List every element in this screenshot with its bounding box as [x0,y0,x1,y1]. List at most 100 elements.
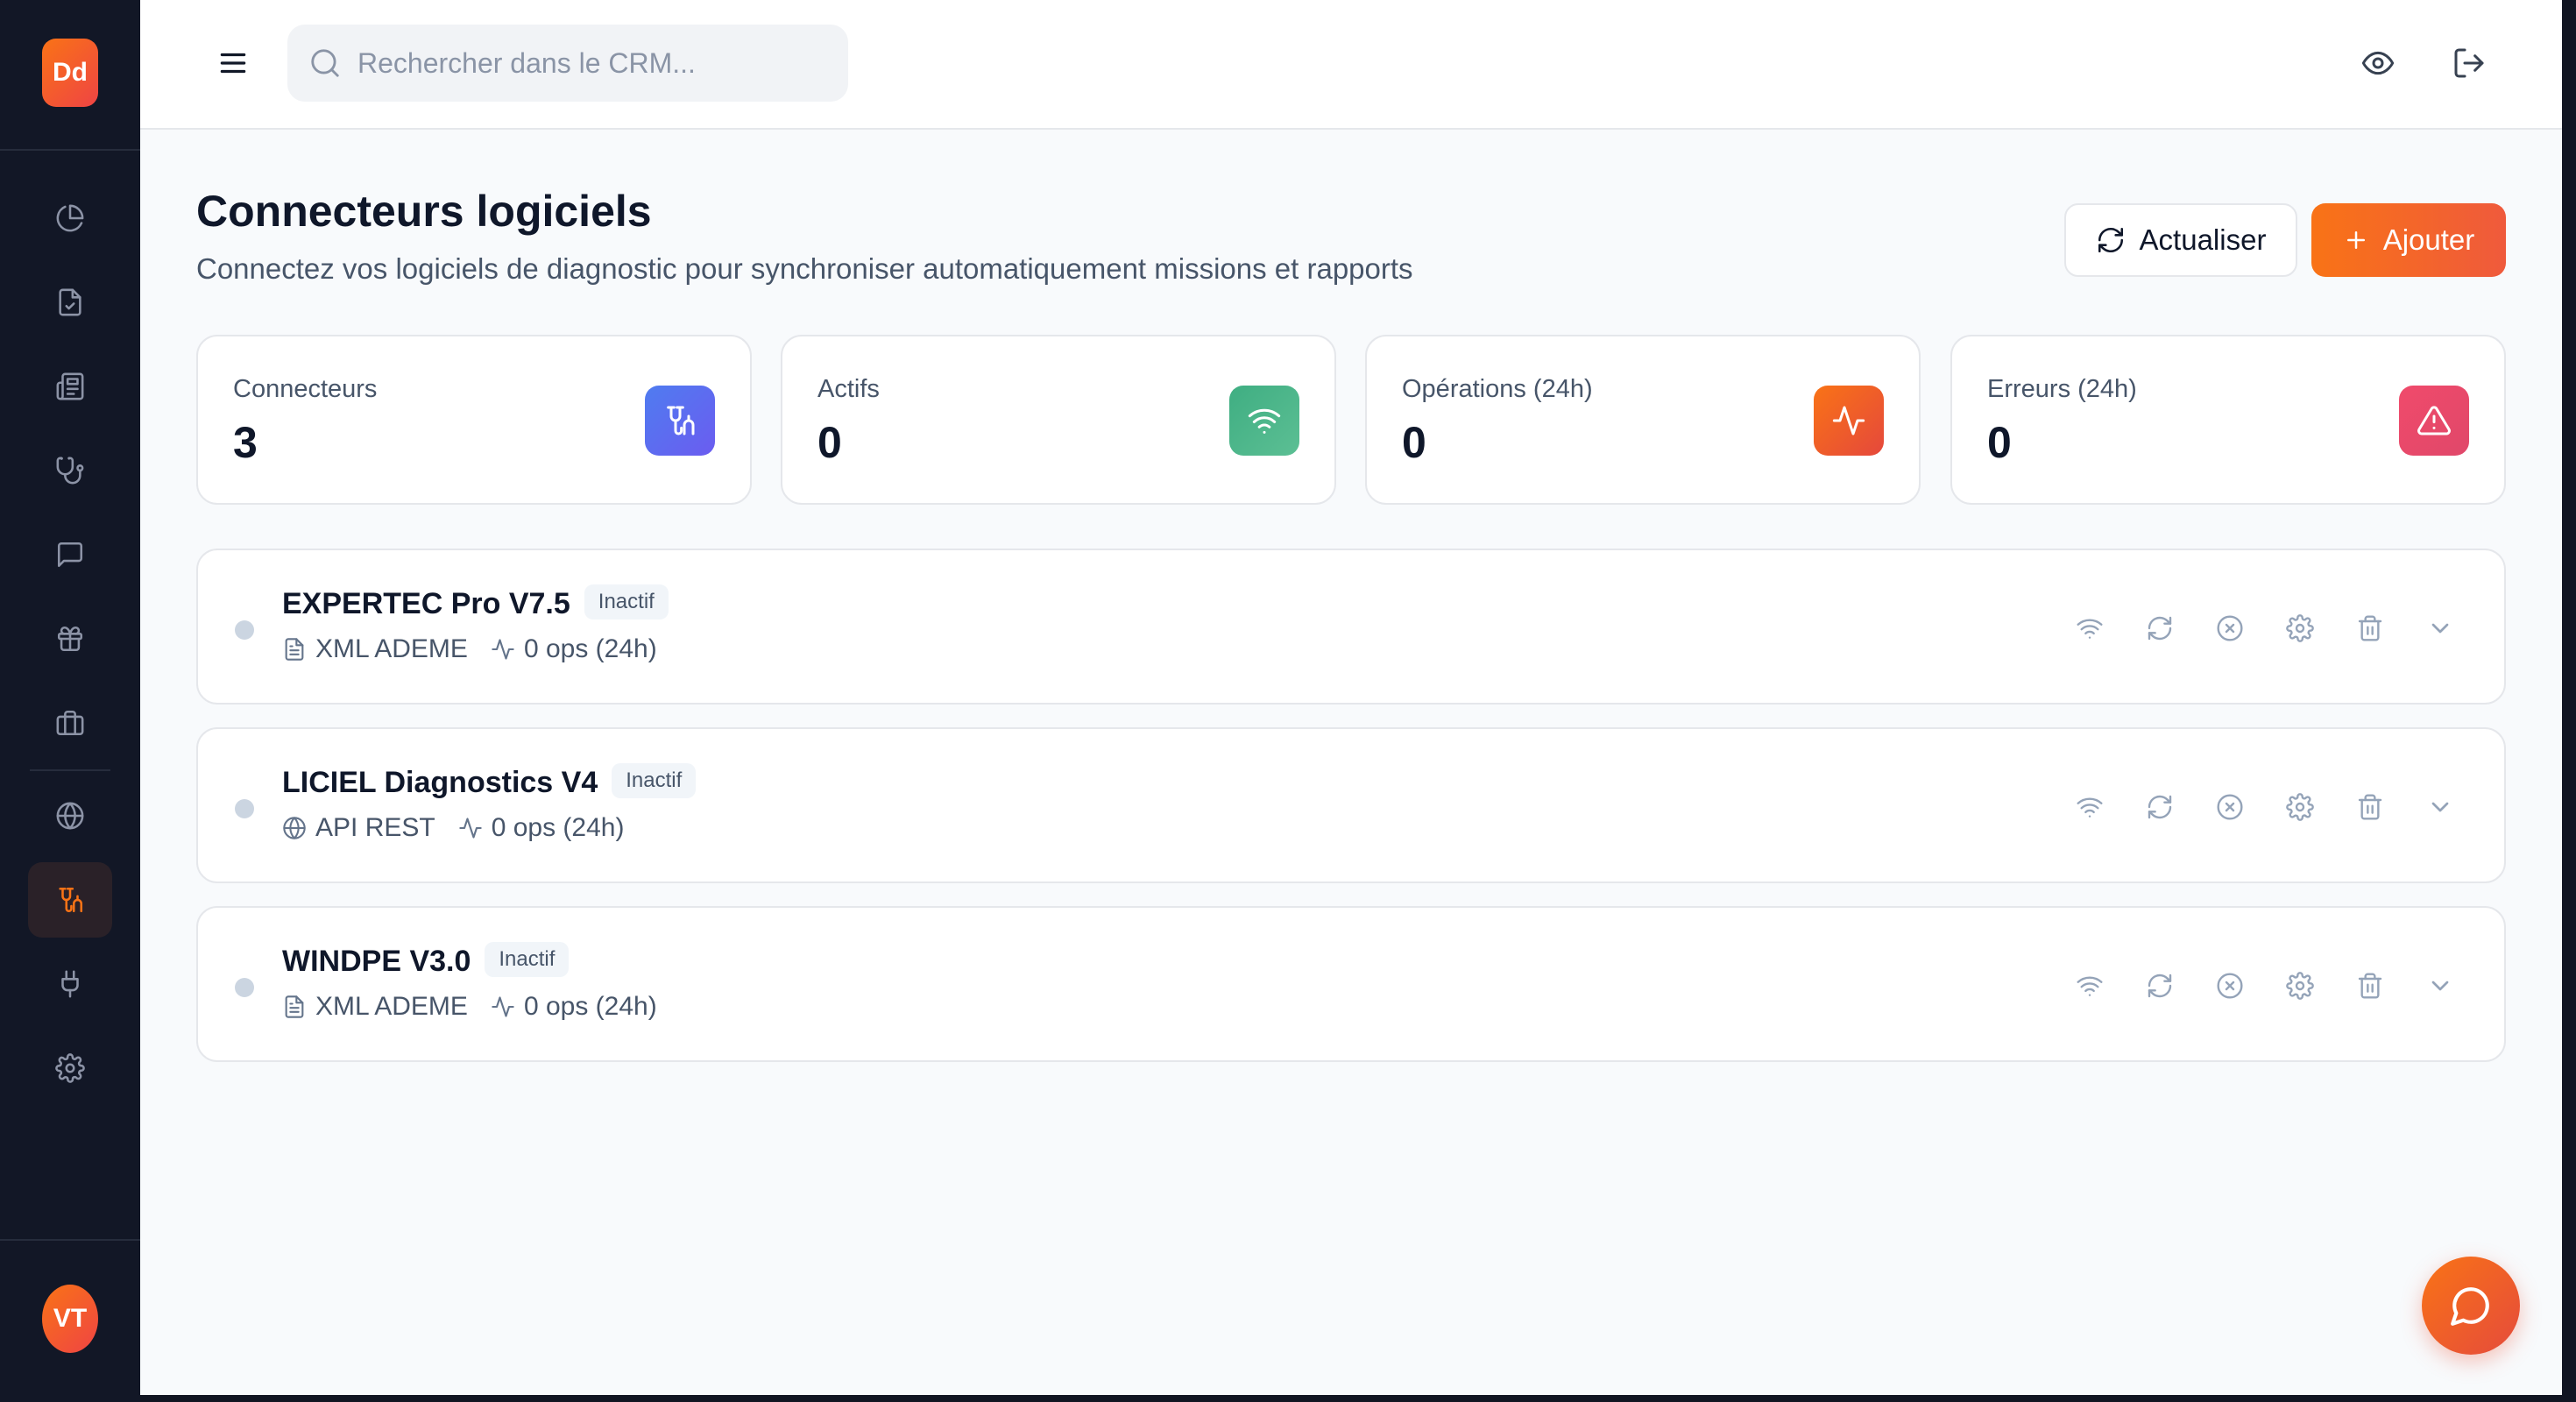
connector-row[interactable]: LICIEL Diagnostics V4 Inactif API REST 0 … [196,727,2506,883]
configure-button[interactable] [2278,964,2322,1008]
connector-ops: 0 ops (24h) [523,634,657,663]
stat-icon-box [2399,386,2469,456]
logout-button[interactable] [2445,39,2494,88]
sidebar-item-messages[interactable] [28,517,112,592]
test-connection-button[interactable] [2068,606,2112,650]
x-circle-icon [2216,614,2244,642]
disable-button[interactable] [2208,785,2252,829]
activity-icon [491,995,515,1019]
stat-card-connectors: Connecteurs 3 [196,335,752,505]
file-check-icon [55,287,85,317]
search-input[interactable] [357,46,831,80]
stat-icon-box [645,386,715,456]
stat-card-errors: Erreurs (24h) 0 [1950,335,2506,505]
row-actions [2068,964,2462,1008]
sidebar-item-gifts[interactable] [28,601,112,676]
menu-button[interactable] [209,40,258,86]
stat-card-active: Actifs 0 [781,335,1336,505]
window-edge [140,1395,2576,1402]
plug-icon [55,969,85,999]
sync-button[interactable] [2138,785,2182,829]
sidebar-item-business[interactable] [28,685,112,761]
status-dot [235,978,254,997]
sidebar-item-integrations[interactable] [28,946,112,1022]
sidebar-item-web[interactable] [28,778,112,853]
gear-icon [2286,614,2314,642]
eye-icon [2360,46,2396,81]
window-edge [2562,0,2576,1402]
connector-meta: API REST 0 ops (24h) [282,813,647,843]
connector-format: XML ADEME [315,992,468,1021]
disable-button[interactable] [2208,606,2252,650]
main-content: Connecteurs logiciels Connectez vos logi… [140,0,2562,1395]
refresh-button[interactable]: Actualiser [2064,203,2297,277]
stat-value: 0 [1987,418,2012,467]
gear-icon [2286,972,2314,1000]
newspaper-icon [55,372,85,401]
sidebar-divider [0,1239,140,1241]
connector-ops: 0 ops (24h) [491,813,625,842]
status-badge: Inactif [584,584,669,620]
configure-button[interactable] [2278,785,2322,829]
expand-button[interactable] [2418,964,2462,1008]
stat-icon-box [1229,386,1299,456]
stat-value: 0 [817,418,842,467]
sidebar: Dd VT [0,0,140,1402]
sidebar-item-missions[interactable] [28,265,112,340]
brand-logo[interactable]: Dd [42,39,98,107]
menu-icon [216,46,250,80]
preview-button[interactable] [2353,39,2403,88]
chat-fab-button[interactable] [2422,1257,2520,1355]
sidebar-item-connectors[interactable] [28,862,112,938]
wifi-icon [1247,403,1282,438]
status-dot [235,799,254,818]
connector-name: WINDPE V3.0 Inactif [282,942,570,981]
trash-icon [2356,793,2384,821]
sync-button[interactable] [2138,964,2182,1008]
stat-card-operations: Opérations (24h) 0 [1365,335,1921,505]
stat-icon-box [1814,386,1884,456]
logout-icon [2452,46,2487,81]
file-icon [282,995,307,1019]
delete-button[interactable] [2348,785,2392,829]
connector-row[interactable]: WINDPE V3.0 Inactif XML ADEME 0 ops (24h) [196,906,2506,1062]
add-button[interactable]: Ajouter [2311,203,2506,277]
sidebar-item-reports[interactable] [28,349,112,424]
stat-value: 3 [233,418,258,467]
page-title: Connecteurs logiciels [196,187,652,236]
connector-name: LICIEL Diagnostics V4 Inactif [282,763,697,802]
sidebar-item-dashboard[interactable] [28,181,112,256]
chevron-down-icon [2426,972,2454,1000]
sync-button[interactable] [2138,606,2182,650]
chevron-down-icon [2426,793,2454,821]
delete-button[interactable] [2348,964,2392,1008]
connector-icon [662,403,697,438]
configure-button[interactable] [2278,606,2322,650]
stat-label: Opérations (24h) [1402,375,1593,403]
connector-row[interactable]: EXPERTEC Pro V7.5 Inactif XML ADEME 0 ops… [196,549,2506,705]
expand-button[interactable] [2418,606,2462,650]
test-connection-button[interactable] [2068,964,2112,1008]
sidebar-item-settings[interactable] [28,1030,112,1106]
expand-button[interactable] [2418,785,2462,829]
status-badge: Inactif [485,942,570,978]
globe-icon [55,801,85,831]
x-circle-icon [2216,793,2244,821]
connector-format: API REST [315,813,435,842]
sidebar-item-diagnostics[interactable] [28,433,112,508]
disable-button[interactable] [2208,964,2252,1008]
refresh-icon [2096,225,2126,255]
test-connection-button[interactable] [2068,785,2112,829]
add-label: Ajouter [2382,223,2475,256]
trash-icon [2356,614,2384,642]
connector-icon [55,885,85,915]
connector-format: XML ADEME [315,634,468,663]
briefcase-icon [55,708,85,738]
user-avatar[interactable]: VT [42,1285,98,1353]
alert-triangle-icon [2417,403,2452,438]
delete-button[interactable] [2348,606,2392,650]
sidebar-divider [0,149,140,151]
settings-icon [55,1053,85,1083]
message-square-icon [55,540,85,570]
stat-value: 0 [1402,418,1426,467]
